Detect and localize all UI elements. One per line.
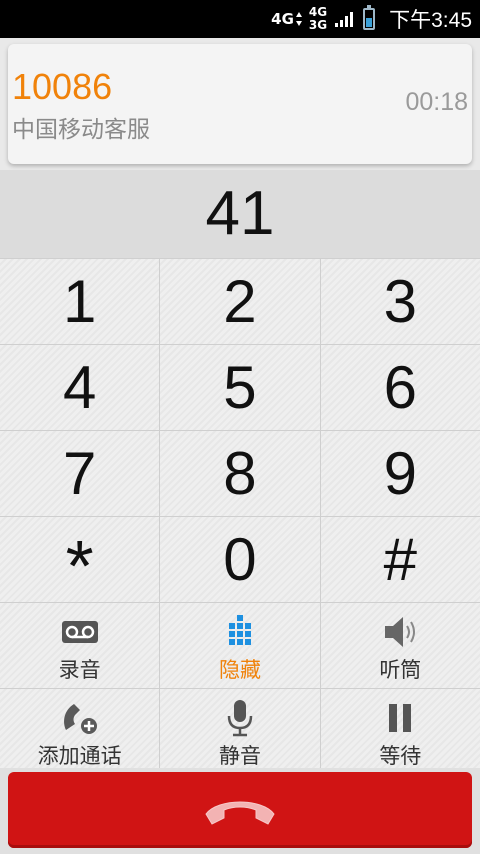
dialed-digits: 41	[0, 170, 480, 258]
key-label: 4	[62, 354, 97, 421]
battery-icon	[363, 5, 376, 30]
key-4[interactable]: 4	[0, 345, 161, 430]
key-label: 8	[223, 440, 257, 507]
add-call-label: 添加通话	[37, 743, 122, 768]
key-0[interactable]: 0	[160, 517, 321, 602]
key-label: 7	[62, 440, 97, 507]
hide-keypad-button[interactable]: 隐藏	[160, 603, 321, 688]
key-label: 6	[383, 354, 417, 421]
key-hash[interactable]: #	[320, 517, 480, 602]
key-star[interactable]: *	[0, 517, 161, 607]
speaker-label: 听筒	[379, 657, 422, 682]
key-label: 5	[223, 354, 257, 421]
data-arrows-icon	[295, 12, 302, 26]
hold-button[interactable]: 等待	[320, 689, 480, 774]
key-6[interactable]: 6	[320, 345, 480, 430]
network-type-primary: 4G	[271, 10, 303, 28]
speaker-icon	[381, 612, 419, 652]
key-1[interactable]: 1	[0, 259, 161, 344]
caller-card: 10086 中国移动客服 00:18	[8, 44, 472, 164]
caller-number: 10086	[12, 66, 113, 107]
dialpad-row: * 0 #	[0, 516, 480, 607]
key-9[interactable]: 9	[320, 431, 480, 516]
call-actions-row: 添加通话 静音 等待	[0, 688, 480, 774]
call-actions-row: 录音 隐藏 听筒	[0, 602, 480, 688]
mute-button[interactable]: 静音	[160, 689, 321, 774]
key-label: 3	[383, 268, 417, 335]
add-call-icon	[60, 698, 100, 738]
status-bar: 4G 4G 3G 下午3:45	[0, 0, 480, 38]
record-label: 录音	[58, 657, 101, 682]
key-8[interactable]: 8	[160, 431, 321, 516]
end-call-bar	[0, 768, 480, 854]
key-label: *	[65, 526, 94, 607]
hide-label: 隐藏	[218, 657, 261, 682]
network-type-stack: 4G 3G	[309, 6, 327, 32]
key-2[interactable]: 2	[160, 259, 321, 344]
key-label: 9	[383, 440, 417, 507]
key-label: 0	[223, 526, 257, 593]
key-label: 2	[223, 268, 257, 335]
microphone-icon	[225, 698, 255, 738]
hang-up-icon	[205, 801, 275, 825]
dialpad-row: 4 5 6	[0, 344, 480, 430]
dialpad-row: 7 8 9	[0, 430, 480, 516]
signal-icon	[335, 11, 354, 27]
mute-label: 静音	[218, 743, 261, 768]
dialpad: 1 2 3 4 5 6 7 8 9 * 0 # 录音 隐藏 听筒 添加通话 静音…	[0, 258, 480, 774]
voicemail-icon	[61, 612, 99, 652]
hold-label: 等待	[379, 743, 422, 768]
dialpad-icon	[225, 612, 255, 652]
caller-name: 中国移动客服	[12, 117, 150, 143]
key-label: #	[383, 526, 417, 593]
end-call-button[interactable]	[8, 772, 472, 848]
dialpad-row: 1 2 3	[0, 258, 480, 344]
network-bottom-label: 3G	[308, 18, 328, 32]
call-duration: 00:18	[405, 88, 468, 116]
add-call-button[interactable]: 添加通话	[0, 689, 161, 774]
key-5[interactable]: 5	[160, 345, 321, 430]
earpiece-button[interactable]: 听筒	[320, 603, 480, 688]
pause-icon	[386, 698, 414, 738]
key-label: 1	[62, 268, 97, 335]
key-3[interactable]: 3	[320, 259, 480, 344]
status-time: 下午3:45	[389, 9, 472, 32]
network-label: 4G	[271, 10, 294, 28]
key-7[interactable]: 7	[0, 431, 161, 516]
record-button[interactable]: 录音	[0, 603, 161, 688]
